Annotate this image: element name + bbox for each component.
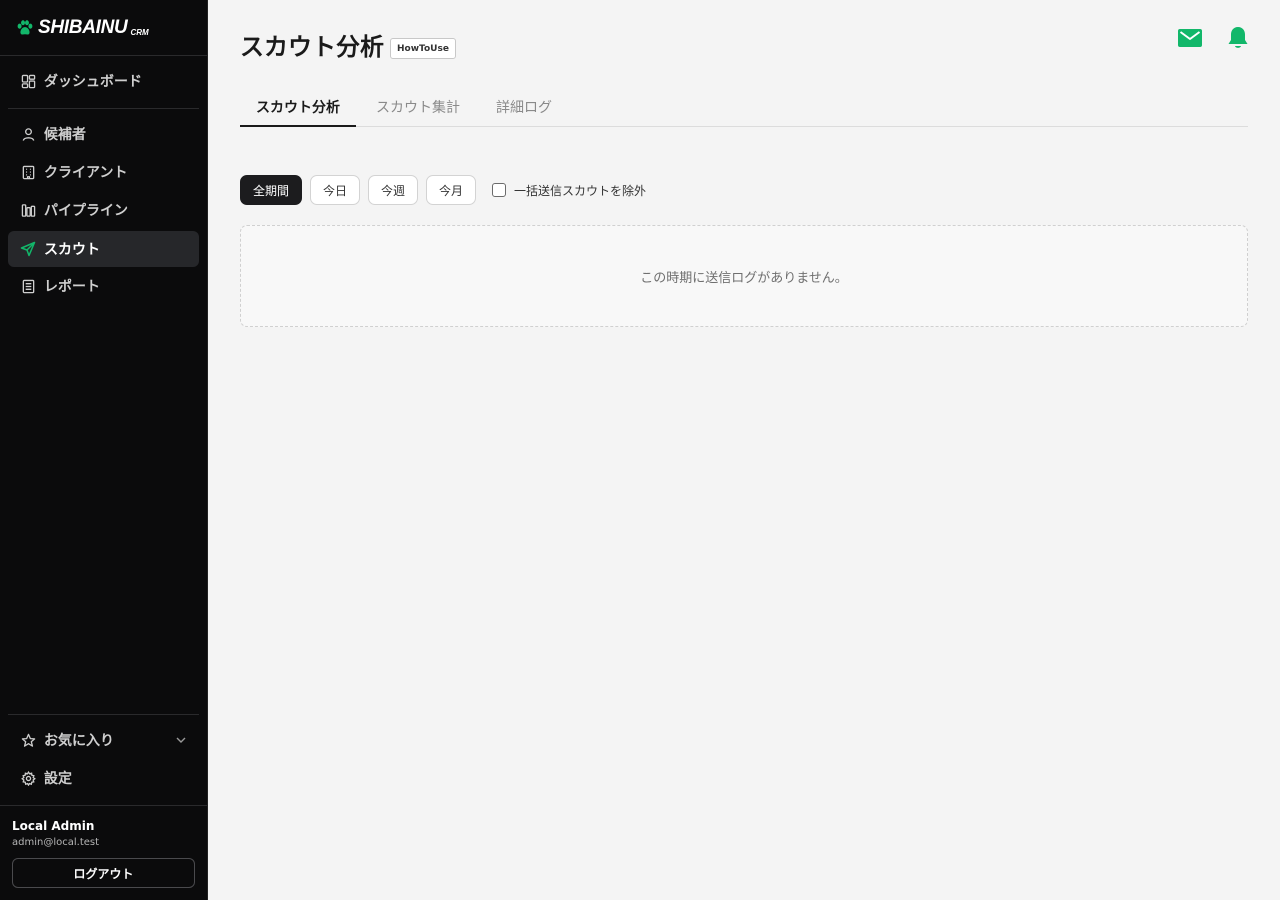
tab-scout-summary[interactable]: スカウト集計 — [364, 88, 472, 126]
tab-scout-analysis[interactable]: スカウト分析 — [240, 88, 356, 127]
sidebar-item-label: ダッシュボード — [44, 74, 142, 90]
period-week-button[interactable]: 今週 — [368, 175, 418, 205]
sidebar-item-favorites[interactable]: お気に入り — [8, 722, 199, 758]
sidebar-item-label: レポート — [44, 279, 100, 295]
brand-name: SHIBAINU — [38, 17, 128, 38]
report-icon — [20, 278, 36, 294]
user-name: Local Admin — [12, 819, 95, 833]
sidebar-divider — [0, 805, 207, 806]
exclude-bulk-option[interactable]: 一括送信スカウトを除外 — [492, 180, 646, 200]
sidebar-item-dashboard[interactable]: ダッシュボード — [8, 63, 199, 99]
sidebar-item-label: 設定 — [44, 771, 72, 787]
brand-suffix: CRM — [130, 27, 149, 37]
sidebar-item-settings[interactable]: 設定 — [8, 760, 199, 796]
howto-button[interactable]: HowToUse — [390, 38, 456, 59]
building-icon — [20, 164, 36, 180]
empty-state-message: この時期に送信ログがありません。 — [640, 270, 848, 286]
sidebar-item-scout[interactable]: スカウト — [8, 231, 199, 267]
period-all-button[interactable]: 全期間 — [240, 175, 302, 205]
sidebar-item-label: お気に入り — [44, 733, 114, 749]
sidebar-item-candidates[interactable]: 候補者 — [8, 116, 199, 152]
gear-icon — [20, 770, 36, 786]
star-icon — [20, 732, 36, 748]
sidebar-item-label: 候補者 — [44, 127, 86, 143]
sidebar: SHIBAINU CRM ダッシュボード 候補者 クライアント パイプライン ス… — [0, 0, 208, 900]
logout-button[interactable]: ログアウト — [12, 858, 195, 888]
pipeline-icon — [20, 202, 36, 218]
mail-icon[interactable] — [1178, 26, 1202, 50]
user-info: Local Admin admin@local.test — [12, 818, 195, 850]
empty-state: この時期に送信ログがありません。 — [240, 225, 1248, 327]
exclude-bulk-label: 一括送信スカウトを除外 — [514, 183, 647, 198]
page-title: スカウト分析 — [240, 33, 384, 61]
user-email: admin@local.test — [12, 837, 100, 848]
sidebar-item-label: クライアント — [44, 165, 128, 181]
exclude-bulk-checkbox[interactable] — [492, 183, 506, 197]
chevron-down-icon[interactable] — [175, 734, 187, 746]
period-month-button[interactable]: 今月 — [426, 175, 476, 205]
sidebar-divider — [8, 714, 199, 715]
brand-logo[interactable]: SHIBAINU CRM — [16, 16, 149, 40]
paw-icon — [17, 20, 33, 35]
period-today-button[interactable]: 今日 — [310, 175, 360, 205]
dashboard-icon — [20, 73, 36, 89]
sidebar-item-reports[interactable]: レポート — [8, 268, 199, 304]
sidebar-item-label: スカウト — [44, 242, 100, 258]
sidebar-divider — [8, 108, 199, 109]
user-icon — [20, 126, 36, 142]
tab-bar: スカウト分析 スカウト集計 詳細ログ — [240, 88, 1248, 127]
sidebar-divider — [0, 55, 207, 56]
send-icon — [20, 241, 36, 257]
bell-icon[interactable] — [1226, 26, 1250, 50]
sidebar-item-pipeline[interactable]: パイプライン — [8, 192, 199, 228]
tab-detail-log[interactable]: 詳細ログ — [488, 88, 560, 126]
sidebar-item-label: パイプライン — [44, 203, 128, 219]
sidebar-item-clients[interactable]: クライアント — [8, 154, 199, 190]
